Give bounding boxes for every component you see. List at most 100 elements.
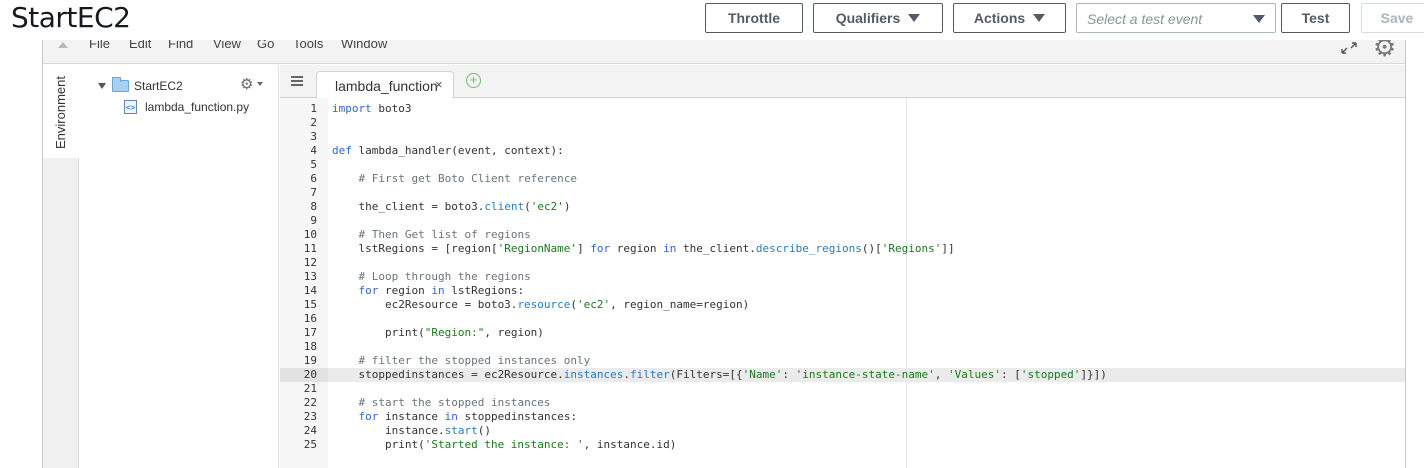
line-number: 17 [303,326,317,339]
qualifiers-button[interactable]: Qualifiers [813,3,943,33]
line-number: 25 [303,438,317,451]
tab-environment[interactable]: Environment [43,65,79,158]
line-number: 13 [303,270,317,283]
close-icon[interactable]: × [435,77,443,92]
line-number: 14 [303,284,317,297]
test-button[interactable]: Test [1281,3,1350,33]
line-number: 24 [303,424,317,437]
code-text: stoppedinstances = ec2Resource.instances… [332,368,1107,381]
tree-folder-item[interactable]: StartEC2 [98,77,183,93]
code-line[interactable] [328,382,1405,396]
collapse-up-icon[interactable] [58,42,68,48]
chevron-down-icon[interactable] [257,82,263,86]
code-line[interactable] [328,158,1405,172]
code-text: # Loop through the regions [358,270,531,283]
code-text: the_client = boto3.client('ec2') [332,200,571,213]
editor-tab-bar: lambda_function × + [280,65,1405,99]
environment-label: Environment [53,76,68,149]
line-number: 19 [303,354,317,367]
line-number: 11 [303,242,317,255]
code-text: print("Region:", region) [332,326,544,339]
code-line[interactable]: # First get Boto Client reference [328,172,1405,186]
code-line[interactable] [328,312,1405,326]
code-editor: lambda_function × + 1 2 3 4 5 6 7 8 9 10 11 12 13 14 1… [280,65,1405,468]
code-line[interactable] [328,340,1405,354]
code-text: import boto3 [332,102,412,115]
code-text: def lambda_handler(event, context): [332,144,564,157]
code-line[interactable]: the_client = boto3.client('ec2') [328,200,1405,214]
tab-label: lambda_function [335,78,438,94]
code-line[interactable]: print('Started the instance: ', instance… [328,438,1405,452]
line-number: 9 [310,214,317,227]
code-line[interactable]: instance.start() [328,424,1405,438]
tab-list-icon[interactable] [291,76,303,86]
tab-lambda-function[interactable]: lambda_function × [316,71,454,99]
line-number: 15 [303,298,317,311]
folder-label: StartEC2 [134,79,183,93]
line-number-gutter: 1 2 3 4 5 6 7 8 9 10 11 12 13 14 15 16 17 18 19 20 21 22 23 24 2… [280,98,328,468]
fullscreen-icon[interactable] [1341,42,1357,54]
folder-icon [112,77,129,92]
code-line[interactable]: print("Region:", region) [328,326,1405,340]
line-number: 10 [303,228,317,241]
code-line[interactable] [328,116,1405,130]
file-tree: StartEC2 ⚙ <> lambda_function.py [80,65,279,468]
file-label: lambda_function.py [145,100,250,114]
actions-button[interactable]: Actions [953,3,1066,33]
code-line[interactable]: for region in lstRegions: [328,284,1405,298]
chevron-down-icon [1033,14,1046,22]
code-line[interactable] [328,214,1405,228]
line-number: 2 [310,116,317,129]
line-number: 21 [303,382,317,395]
line-number: 12 [303,256,317,269]
code-text: print('Started the instance: ', instance… [332,438,677,451]
code-line[interactable]: stoppedinstances = ec2Resource.instances… [328,368,1405,382]
code-text: # First get Boto Client reference [358,172,578,185]
ide-menu-bar: File Edit Find View Go Tools Window ⚙ [43,34,1405,64]
line-number: 5 [310,158,317,171]
code-line[interactable]: ec2Resource = boto3.resource('ec2', regi… [328,298,1405,312]
line-number: 3 [310,130,317,143]
test-event-select[interactable]: Select a test event [1076,3,1276,33]
code-line[interactable] [328,130,1405,144]
code-text: lstRegions = [region['RegionName'] for r… [332,242,955,255]
tree-file-item[interactable]: <> lambda_function.py [124,100,249,114]
code-line[interactable]: import boto3 [328,102,1405,116]
line-number: 20 [280,368,328,382]
code-line[interactable]: # Loop through the regions [328,270,1405,284]
caret-down-icon[interactable] [98,83,106,89]
code-text: # filter the stopped instances only [358,354,591,367]
code-line[interactable]: # filter the stopped instances only [328,354,1405,368]
python-file-icon: <> [124,100,137,114]
code-line[interactable]: # start the stopped instances [328,396,1405,410]
chevron-down-icon [1253,15,1265,23]
qualifiers-label: Qualifiers [835,10,901,26]
line-number: 23 [303,410,317,423]
code-line[interactable] [328,256,1405,270]
code-text: instance.start() [332,424,491,437]
code-line[interactable]: for instance in stoppedinstances: [328,410,1405,424]
code-area[interactable]: import boto3 def lambda_handler(event, co… [328,98,1405,468]
code-text: # Then Get list of regions [358,228,531,241]
add-tab-icon[interactable]: + [466,73,481,88]
tree-settings-gear-icon[interactable]: ⚙ [240,75,253,93]
line-number: 22 [303,396,317,409]
code-line[interactable] [328,186,1405,200]
test-event-placeholder: Select a test event [1087,11,1203,27]
save-button[interactable]: Save [1361,3,1424,33]
code-line[interactable]: def lambda_handler(event, context): [328,144,1405,158]
code-text: # start the stopped instances [358,396,551,409]
throttle-button[interactable]: Throttle [705,3,803,33]
code-text: for region in lstRegions: [358,284,525,297]
code-text: for instance in stoppedinstances: [358,410,578,423]
code-line[interactable]: # Then Get list of regions [328,228,1405,242]
line-number: 8 [310,200,317,213]
line-number: 16 [303,312,317,325]
code-line[interactable]: lstRegions = [region['RegionName'] for r… [328,242,1405,256]
